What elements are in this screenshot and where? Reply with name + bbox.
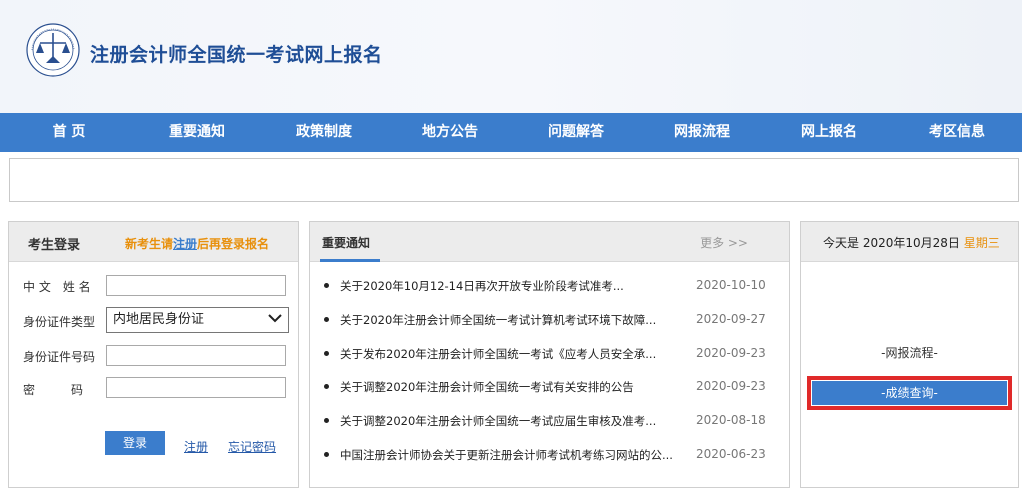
register-hint-link[interactable]: 注册 xyxy=(173,237,197,251)
forgot-password-link[interactable]: 忘记密码 xyxy=(228,438,276,455)
main-nav: 首 页 重要通知 政策制度 地方公告 问题解答 网报流程 网上报名 考区信息 xyxy=(0,113,1022,152)
register-hint-suffix: 后再登录报名 xyxy=(197,237,270,251)
notice-title[interactable]: 中国注册会计师协会关于更新注册会计师考试机考练习网站的公... xyxy=(340,447,673,463)
bullet-icon xyxy=(324,384,329,389)
id-type-value: 内地居民身份证 xyxy=(113,312,205,327)
notice-date: 2020-06-23 xyxy=(696,447,766,461)
site-header: 注册会计师全国统一考试网上报名 xyxy=(0,0,1022,113)
bullet-icon xyxy=(324,418,329,423)
notice-item: 中国注册会计师协会关于更新注册会计师考试机考练习网站的公... 2020-06-… xyxy=(324,445,774,465)
nav-local-announcements[interactable]: 地方公告 xyxy=(395,113,505,152)
notice-item: 关于调整2020年注册会计师全国统一考试有关安排的公告 2020-09-23 xyxy=(324,377,774,397)
weekday: 星期三 xyxy=(963,236,1000,250)
banner-area xyxy=(9,158,1019,202)
notice-title[interactable]: 关于2020年注册会计师全国统一考试计算机考试环境下故障... xyxy=(340,312,656,328)
notices-panel: 重要通知 更多 >> 关于2020年10月12-14日再次开放专业阶段考试准考.… xyxy=(309,221,790,488)
login-title: 考生登录 xyxy=(28,238,81,253)
nav-policy[interactable]: 政策制度 xyxy=(269,113,379,152)
notice-date: 2020-10-10 xyxy=(696,278,766,292)
date-header: 今天是 2020年10月28日 星期三 xyxy=(801,222,1018,262)
id-number-field[interactable] xyxy=(106,345,286,366)
id-type-label: 身份证件类型 xyxy=(23,315,96,329)
bullet-icon xyxy=(324,452,329,457)
bullet-icon xyxy=(324,317,329,322)
chevron-down-icon xyxy=(268,314,282,323)
nav-exam-area-info[interactable]: 考区信息 xyxy=(902,113,1012,152)
notice-item: 关于发布2020年注册会计师全国统一考试《应考人员安全承... 2020-09-… xyxy=(324,344,774,364)
bullet-icon xyxy=(324,283,329,288)
notice-title[interactable]: 关于2020年10月12-14日再次开放专业阶段考试准考... xyxy=(340,278,624,294)
nav-registration-process[interactable]: 网报流程 xyxy=(647,113,757,152)
notice-title[interactable]: 关于调整2020年注册会计师全国统一考试有关安排的公告 xyxy=(340,379,634,395)
score-query-button[interactable]: -成绩查询- xyxy=(812,381,1007,405)
password-field[interactable] xyxy=(106,377,286,398)
notice-title[interactable]: 关于发布2020年注册会计师全国统一考试《应考人员安全承... xyxy=(340,346,656,362)
notice-date: 2020-09-27 xyxy=(696,312,766,326)
login-button[interactable]: 登录 xyxy=(105,431,165,455)
notice-item: 关于调整2020年注册会计师全国统一考试应届生审核及准考... 2020-08-… xyxy=(324,411,774,431)
nav-home[interactable]: 首 页 xyxy=(14,113,124,152)
notice-title[interactable]: 关于调整2020年注册会计师全国统一考试应届生审核及准考... xyxy=(340,413,656,429)
password-label: 密 码 xyxy=(23,383,84,397)
register-hint: 新考生请注册后再登录报名 xyxy=(125,235,269,252)
site-title: 注册会计师全国统一考试网上报名 xyxy=(90,44,383,66)
nav-important-notices[interactable]: 重要通知 xyxy=(142,113,252,152)
bullet-icon xyxy=(324,351,329,356)
id-number-label: 身份证件号码 xyxy=(23,350,96,364)
name-label: 中 文 姓 名 xyxy=(23,280,91,294)
nav-online-registration[interactable]: 网上报名 xyxy=(774,113,884,152)
register-link[interactable]: 注册 xyxy=(184,438,208,455)
notice-date: 2020-09-23 xyxy=(696,379,766,393)
notice-date: 2020-08-18 xyxy=(696,413,766,427)
registration-process-link[interactable]: -网报流程- xyxy=(801,344,1018,361)
quick-links-panel: 今天是 2020年10月28日 星期三 -网报流程- -成绩查询- xyxy=(800,221,1019,488)
more-link[interactable]: 更多 >> xyxy=(700,234,748,251)
name-field[interactable] xyxy=(106,275,286,296)
notice-date: 2020-09-23 xyxy=(696,346,766,360)
notices-tab-underline xyxy=(320,259,380,262)
id-type-select[interactable]: 内地居民身份证 xyxy=(106,307,289,333)
login-panel-header: 考生登录 新考生请注册后再登录报名 xyxy=(9,222,298,262)
today-prefix: 今天是 2020年10月28日 xyxy=(823,236,960,250)
today-date: 今天是 2020年10月28日 星期三 xyxy=(823,234,1000,251)
notices-title: 重要通知 xyxy=(322,236,371,250)
cicpa-logo xyxy=(26,23,80,77)
login-panel: 考生登录 新考生请注册后再登录报名 中 文 姓 名 身份证件类型 内地居民身份证… xyxy=(8,221,299,488)
notice-item: 关于2020年注册会计师全国统一考试计算机考试环境下故障... 2020-09-… xyxy=(324,310,774,330)
nav-faq[interactable]: 问题解答 xyxy=(521,113,631,152)
notice-item: 关于2020年10月12-14日再次开放专业阶段考试准考... 2020-10-… xyxy=(324,276,774,296)
notices-panel-header: 重要通知 更多 >> xyxy=(310,222,789,262)
register-hint-prefix: 新考生请 xyxy=(125,237,174,251)
